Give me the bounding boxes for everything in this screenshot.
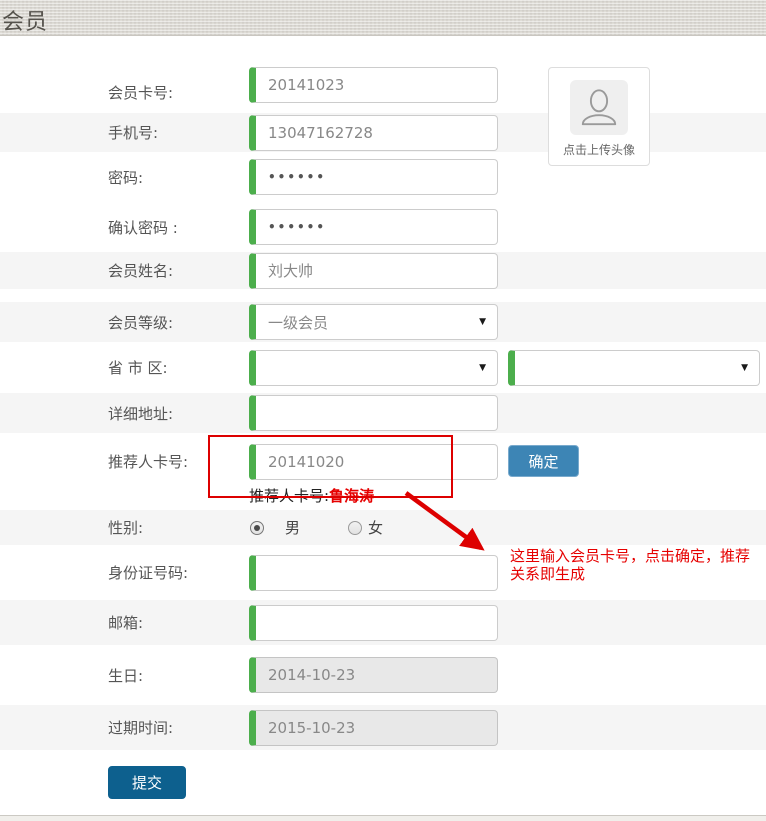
annotation-note: 这里输入会员卡号，点击确定，推荐关系即生成 [510, 547, 751, 583]
row-spacer [0, 289, 766, 302]
referrer-label: 推荐人卡号: [108, 453, 189, 471]
expiry-input[interactable]: 2015-10-23 [249, 709, 498, 746]
member-level-label: 会员等级: [108, 313, 174, 332]
radio-male[interactable] [250, 520, 264, 535]
birthday-input[interactable]: 2014-10-23 [249, 657, 498, 693]
referrer-name: 鲁海涛 [329, 487, 375, 505]
page-header: 会员 [0, 0, 766, 36]
chevron-down-icon: ▼ [479, 362, 486, 373]
radio-female-label[interactable]: 女 [368, 517, 383, 538]
radio-female[interactable] [348, 520, 363, 535]
referrer-caption: 推荐人卡号:鲁海涛 [249, 487, 375, 505]
row-confirm-password: 确认密码 : •••••• [0, 202, 766, 252]
radio-male-label[interactable]: 男 [285, 517, 300, 538]
gender-label: 性别: [108, 519, 144, 537]
row-referrer: 推荐人卡号: 20141020 确定 推荐人卡号:鲁海涛 [0, 433, 766, 510]
phone-label: 手机号: [108, 124, 159, 142]
birthday-label: 生日: [108, 666, 144, 685]
member-level-select[interactable]: 一级会员 ▼ [249, 304, 498, 340]
row-card-no: 会员卡号: 20141023 [0, 36, 766, 113]
email-input[interactable] [249, 604, 498, 641]
phone-input[interactable]: 13047162728 [249, 114, 498, 151]
confirm-password-label: 确认密码 : [108, 218, 178, 237]
email-label: 邮箱: [108, 614, 144, 632]
avatar-upload-button[interactable]: 点击上传头像 [548, 67, 650, 166]
member-form-page: 会员 会员卡号: 20141023 手机号: 13047162728 密码: •… [0, 0, 766, 821]
row-birthday: 生日: 2014-10-23 [0, 645, 766, 705]
row-phone: 手机号: 13047162728 [0, 113, 766, 152]
card-no-input[interactable]: 20141023 [249, 67, 498, 103]
bottom-border [0, 815, 766, 821]
row-member-name: 会员姓名: 刘大帅 [0, 252, 766, 289]
row-gender: 性别: 男 女 [0, 510, 766, 545]
avatar-upload-label: 点击上传头像 [562, 143, 635, 157]
expiry-label: 过期时间: [108, 719, 174, 737]
member-name-input[interactable]: 刘大帅 [249, 252, 498, 289]
row-address: 详细地址: [0, 393, 766, 433]
row-expiry: 过期时间: 2015-10-23 [0, 705, 766, 750]
province-select[interactable]: ▼ [249, 349, 498, 386]
card-no-label: 会员卡号: [108, 84, 174, 102]
row-email: 邮箱: [0, 600, 766, 645]
row-member-level: 会员等级: 一级会员 ▼ [0, 302, 766, 342]
chevron-down-icon: ▼ [479, 317, 486, 327]
member-name-label: 会员姓名: [108, 262, 174, 280]
confirm-button[interactable]: 确定 [508, 445, 579, 477]
id-number-label: 身份证号码: [108, 564, 189, 582]
row-submit: 提交 [0, 750, 766, 821]
password-label: 密码: [108, 168, 144, 187]
confirm-password-input[interactable]: •••••• [249, 209, 498, 245]
address-input[interactable] [249, 395, 498, 431]
avatar-placeholder [570, 80, 628, 135]
submit-button[interactable]: 提交 [108, 766, 186, 799]
row-password: 密码: •••••• [0, 152, 766, 202]
address-label: 详细地址: [108, 404, 174, 423]
referrer-field: 20141020 确定 推荐人卡号:鲁海涛 [249, 444, 579, 506]
chevron-down-icon: ▼ [741, 362, 748, 373]
city-select[interactable]: ▼ [508, 349, 760, 386]
row-region: 省 市 区: ▼ ▼ [0, 342, 766, 393]
id-number-input[interactable] [249, 554, 498, 591]
person-icon [581, 88, 617, 125]
region-label: 省 市 区: [108, 359, 168, 377]
password-input[interactable]: •••••• [249, 159, 498, 195]
page-title: 会员 [2, 10, 49, 35]
referrer-input[interactable]: 20141020 [249, 444, 498, 480]
